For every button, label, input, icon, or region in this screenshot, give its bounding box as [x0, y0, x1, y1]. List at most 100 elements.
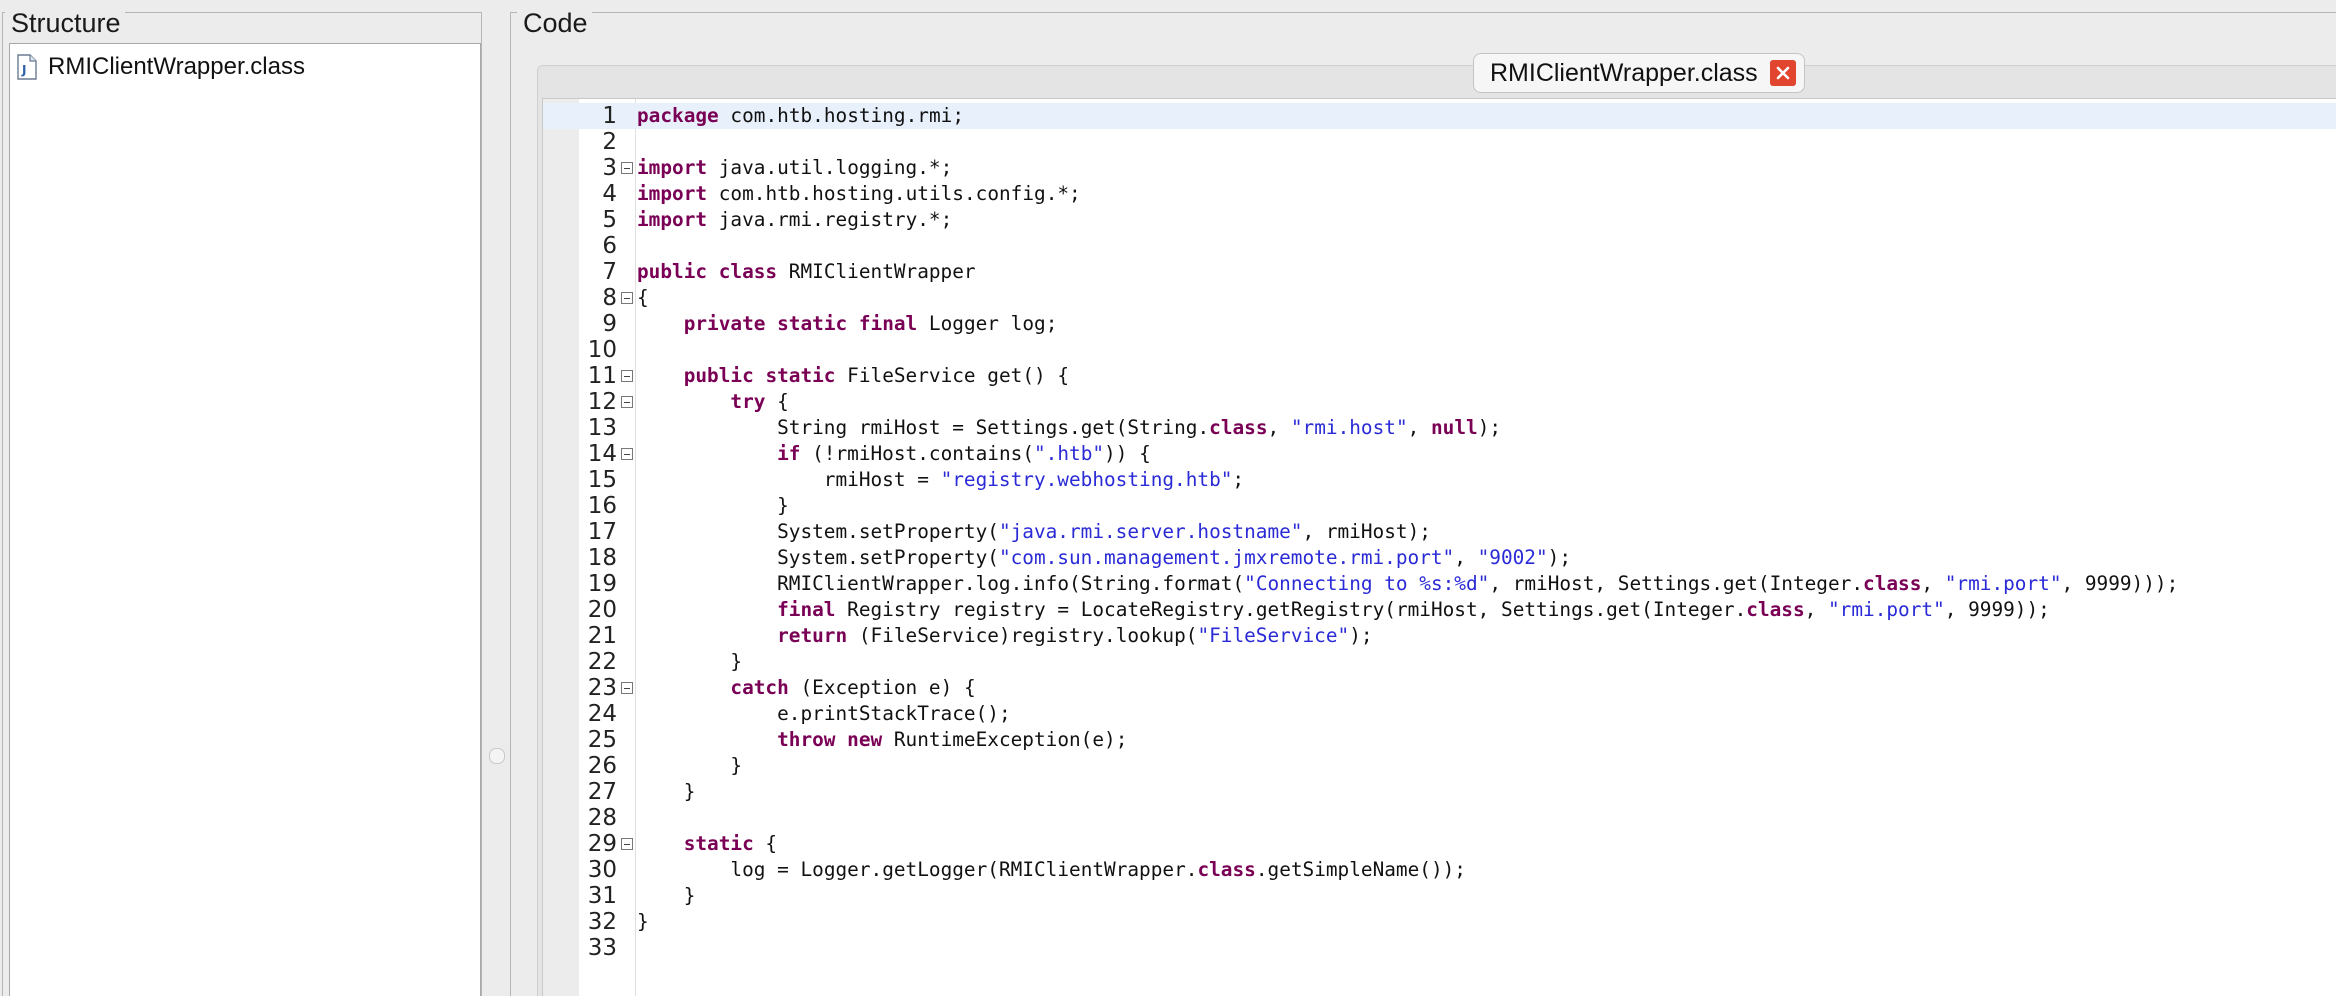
code-line-text: return (FileService)registry.lookup("Fil… [777, 624, 1373, 647]
code-line-text: RMIClientWrapper.log.info(String.format(… [777, 572, 2179, 595]
code-line[interactable]: 20 final Registry registry = LocateRegis… [543, 597, 2336, 623]
code-line[interactable]: 29 static { [543, 831, 2336, 857]
code-line-text: } [637, 910, 649, 933]
code-line-text: import java.util.logging.*; [637, 156, 953, 179]
line-number: 18 [587, 545, 617, 571]
code-line[interactable]: 6 [543, 233, 2336, 259]
code-line[interactable]: 7 public class RMIClientWrapper [543, 259, 2336, 285]
code-line[interactable]: 21 return (FileService)registry.lookup("… [543, 623, 2336, 649]
line-number: 26 [587, 753, 617, 779]
code-line-text: } [637, 650, 743, 673]
line-number: 7 [602, 259, 617, 285]
code-line[interactable]: 15 rmiHost = "registry.webhosting.htb"; [543, 467, 2336, 493]
line-number: 32 [587, 909, 617, 935]
fold-collapse-icon[interactable] [621, 370, 633, 382]
code-line-text: log = Logger.getLogger(RMIClientWrapper.… [730, 858, 1466, 881]
code-line-text: throw new RuntimeException(e); [777, 728, 1128, 751]
line-number: 22 [587, 649, 617, 675]
line-number: 3 [602, 155, 617, 181]
code-line[interactable]: 8{ [543, 285, 2336, 311]
code-line[interactable]: 33 [543, 935, 2336, 961]
decompiler-window: Structure J RMIClientWrapper.class Code … [0, 0, 2336, 996]
code-line[interactable]: 10 [543, 337, 2336, 363]
code-line[interactable]: 12 try { [543, 389, 2336, 415]
code-line-text: if (!rmiHost.contains(".htb")) { [777, 442, 1151, 465]
code-line-text: } [637, 780, 696, 803]
line-number: 9 [602, 311, 617, 337]
code-line[interactable]: 5 import java.rmi.registry.*; [543, 207, 2336, 233]
line-number: 11 [587, 363, 617, 389]
code-line[interactable]: 1 package com.htb.hosting.rmi; [543, 103, 2336, 129]
code-line[interactable]: 14 if (!rmiHost.contains(".htb")) { [543, 441, 2336, 467]
fold-collapse-icon[interactable] [621, 162, 633, 174]
code-line-text: String rmiHost = Settings.get(String.cla… [777, 416, 1502, 439]
fold-collapse-icon[interactable] [621, 448, 633, 460]
split-pane-divider-handle[interactable] [489, 748, 505, 764]
code-line-text: } [637, 494, 789, 517]
tree-item-label: RMIClientWrapper.class [48, 53, 305, 80]
code-line[interactable]: 32} [543, 909, 2336, 935]
line-number: 16 [587, 493, 617, 519]
code-line-text: final Registry registry = LocateRegistry… [777, 598, 2050, 621]
line-number: 6 [602, 233, 617, 259]
code-line[interactable]: 23 catch (Exception e) { [543, 675, 2336, 701]
close-icon[interactable] [1769, 60, 1796, 86]
code-line[interactable]: 2 [543, 129, 2336, 155]
line-number: 21 [587, 623, 617, 649]
tree-item-class-file[interactable]: J RMIClientWrapper.class [16, 52, 305, 82]
fold-collapse-icon[interactable] [621, 838, 633, 850]
line-number: 30 [587, 857, 617, 883]
fold-collapse-icon[interactable] [621, 682, 633, 694]
code-line[interactable]: 26 } [543, 753, 2336, 779]
code-line[interactable]: 16 } [543, 493, 2336, 519]
fold-collapse-icon[interactable] [621, 396, 633, 408]
line-number: 13 [587, 415, 617, 441]
code-line[interactable]: 30 log = Logger.getLogger(RMIClientWrapp… [543, 857, 2336, 883]
code-line[interactable]: 4 import com.htb.hosting.utils.config.*; [543, 181, 2336, 207]
structure-panel: Structure J RMIClientWrapper.class [2, 9, 482, 996]
code-panel-title: Code [517, 9, 592, 37]
line-number: 8 [602, 285, 617, 311]
line-number: 5 [602, 207, 617, 233]
code-line[interactable]: 9 private static final Logger log; [543, 311, 2336, 337]
line-number: 14 [587, 441, 617, 467]
code-line-text: } [637, 754, 743, 777]
line-number: 27 [587, 779, 617, 805]
code-line[interactable]: 11 public static FileService get() { [543, 363, 2336, 389]
line-number: 10 [587, 337, 617, 363]
line-number: 29 [587, 831, 617, 857]
code-line-text: System.setProperty("java.rmi.server.host… [777, 520, 1431, 543]
code-line[interactable]: 13 String rmiHost = Settings.get(String.… [543, 415, 2336, 441]
code-line[interactable]: 19 RMIClientWrapper.log.info(String.form… [543, 571, 2336, 597]
code-line-text: package com.htb.hosting.rmi; [637, 104, 964, 127]
code-line-text: private static final Logger log; [683, 312, 1058, 335]
line-number: 19 [587, 571, 617, 597]
code-line[interactable]: 18 System.setProperty("com.sun.managemen… [543, 545, 2336, 571]
code-line[interactable]: 24 e.printStackTrace(); [543, 701, 2336, 727]
code-line[interactable]: 31 } [543, 883, 2336, 909]
code-line-text: e.printStackTrace(); [777, 702, 1011, 725]
line-number: 12 [587, 389, 617, 415]
code-line[interactable]: 3 import java.util.logging.*; [543, 155, 2336, 181]
code-line[interactable]: 25 throw new RuntimeException(e); [543, 727, 2336, 753]
structure-tree[interactable]: J RMIClientWrapper.class [9, 43, 481, 996]
code-line-text: public class RMIClientWrapper [637, 260, 976, 283]
code-editor[interactable]: 1 package com.htb.hosting.rmi; 2 3 import ja… [542, 98, 2336, 996]
code-line-text: { [637, 286, 649, 309]
tab-rmiclientwrapper-class[interactable]: RMIClientWrapper.class [1473, 53, 1805, 93]
java-class-file-icon: J [16, 54, 38, 80]
tab-label: RMIClientWrapper.class [1490, 58, 1758, 87]
code-line-text: import com.htb.hosting.utils.config.*; [637, 182, 1081, 205]
code-line-text: } [637, 884, 696, 907]
code-line[interactable]: 22 } [543, 649, 2336, 675]
line-number: 33 [587, 935, 617, 961]
code-line[interactable]: 28 [543, 805, 2336, 831]
fold-collapse-icon[interactable] [621, 292, 633, 304]
code-line-text: static { [683, 832, 778, 855]
svg-text:J: J [21, 63, 26, 77]
code-line[interactable]: 27 } [543, 779, 2336, 805]
line-number: 17 [587, 519, 617, 545]
line-number: 1 [602, 103, 617, 129]
code-line[interactable]: 17 System.setProperty("java.rmi.server.h… [543, 519, 2336, 545]
code-line-text: try { [730, 390, 789, 413]
